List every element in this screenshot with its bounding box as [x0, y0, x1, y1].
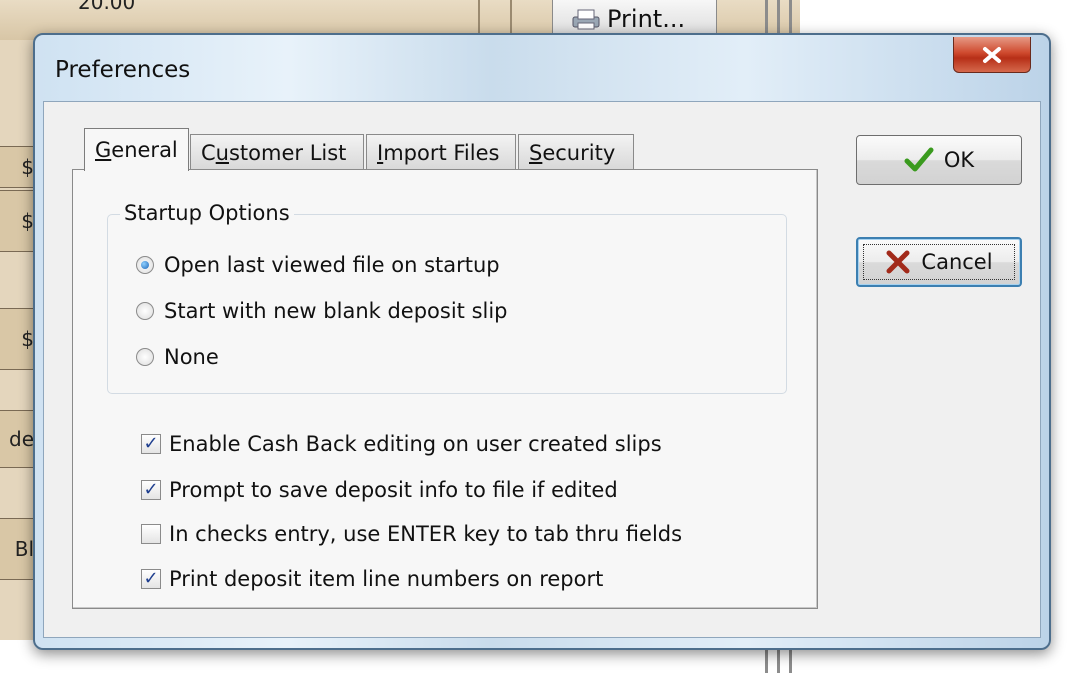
checkbox-enter-key-tab[interactable]: In checks entry, use ENTER key to tab th…: [141, 522, 682, 546]
tab-security-rest: ecurity: [542, 140, 616, 165]
radio-button[interactable]: [136, 348, 154, 366]
checkmark-icon: ✓: [143, 433, 159, 454]
background-row-fragment: $: [0, 190, 36, 252]
radio-open-last-file[interactable]: Open last viewed file on startup: [136, 253, 500, 277]
radio-start-new-slip[interactable]: Start with new blank deposit slip: [136, 299, 508, 323]
ok-button-label: OK: [943, 148, 975, 172]
radio-label: None: [164, 345, 219, 369]
background-row-fragment: $: [0, 146, 36, 188]
checkmark-icon: ✓: [143, 479, 159, 500]
checkbox-prompt-save[interactable]: ✓ Prompt to save deposit info to file if…: [141, 478, 618, 502]
tab-customer-list[interactable]: Customer List: [190, 134, 364, 170]
tab-general-label: General: [95, 138, 178, 162]
tab-customer-list-prefix: C: [201, 140, 216, 165]
preferences-dialog: Preferences General Customer List Import…: [33, 33, 1051, 650]
radio-none[interactable]: None: [136, 345, 219, 369]
checkbox-box[interactable]: ✓: [141, 480, 161, 500]
tab-customer-list-label: Customer List: [201, 141, 346, 165]
close-icon: [983, 46, 1001, 63]
cancel-button[interactable]: Cancel: [856, 237, 1022, 287]
print-button-label: Print...: [607, 4, 686, 33]
tab-general-rest: eneral: [111, 138, 178, 162]
checkbox-print-line-numbers[interactable]: ✓ Print deposit item line numbers on rep…: [141, 567, 603, 591]
background-row-fragment: $: [0, 308, 36, 370]
checkbox-box[interactable]: ✓: [141, 569, 161, 589]
background-amount-text: 20.00: [78, 0, 136, 14]
tab-customer-list-mnemonic: u: [215, 140, 229, 165]
checkmark-icon: ✓: [143, 568, 159, 589]
checkmark-icon: [904, 147, 934, 172]
tab-import-files[interactable]: Import Files: [366, 134, 516, 170]
background-row-fragment: Bl: [0, 518, 36, 580]
background-left-panel: $ $ $ de Bl: [0, 40, 36, 640]
radio-button-selected[interactable]: [136, 256, 154, 274]
printer-icon: [572, 9, 600, 29]
checkbox-label: Enable Cash Back editing on user created…: [169, 432, 662, 456]
checkbox-label: In checks entry, use ENTER key to tab th…: [169, 522, 683, 546]
general-tab-page: Startup Options Open last viewed file on…: [72, 169, 818, 609]
checkbox-box[interactable]: ✓: [141, 434, 161, 454]
tab-security[interactable]: Security: [518, 134, 634, 170]
close-button[interactable]: [953, 37, 1031, 73]
tab-customer-list-rest: stomer List: [228, 140, 347, 165]
tab-general[interactable]: General: [84, 128, 189, 171]
dialog-client-area: General Customer List Import Files Secur…: [43, 101, 1041, 638]
tab-import-files-rest: mport Files: [383, 140, 500, 165]
radio-label: Open last viewed file on startup: [164, 253, 500, 277]
checkbox-label: Print deposit item line numbers on repor…: [169, 567, 604, 591]
background-row-fragment: de: [0, 410, 36, 468]
cancel-x-icon: [886, 250, 910, 274]
dialog-title: Preferences: [55, 57, 191, 83]
radio-label: Start with new blank deposit slip: [164, 299, 508, 323]
checkbox-box[interactable]: [141, 524, 161, 544]
startup-options-legend: Startup Options: [120, 201, 294, 225]
startup-options-group: Startup Options Open last viewed file on…: [107, 201, 787, 394]
checkbox-enable-cash-back[interactable]: ✓ Enable Cash Back editing on user creat…: [141, 432, 662, 456]
tab-security-mnemonic: S: [529, 140, 543, 165]
tab-general-mnemonic: G: [95, 138, 112, 162]
tab-import-files-label: Import Files: [377, 141, 499, 165]
tab-security-label: Security: [529, 141, 615, 165]
cancel-button-label: Cancel: [921, 250, 993, 274]
ok-button[interactable]: OK: [856, 135, 1022, 185]
checkbox-label: Prompt to save deposit info to file if e…: [169, 478, 618, 502]
radio-button[interactable]: [136, 302, 154, 320]
